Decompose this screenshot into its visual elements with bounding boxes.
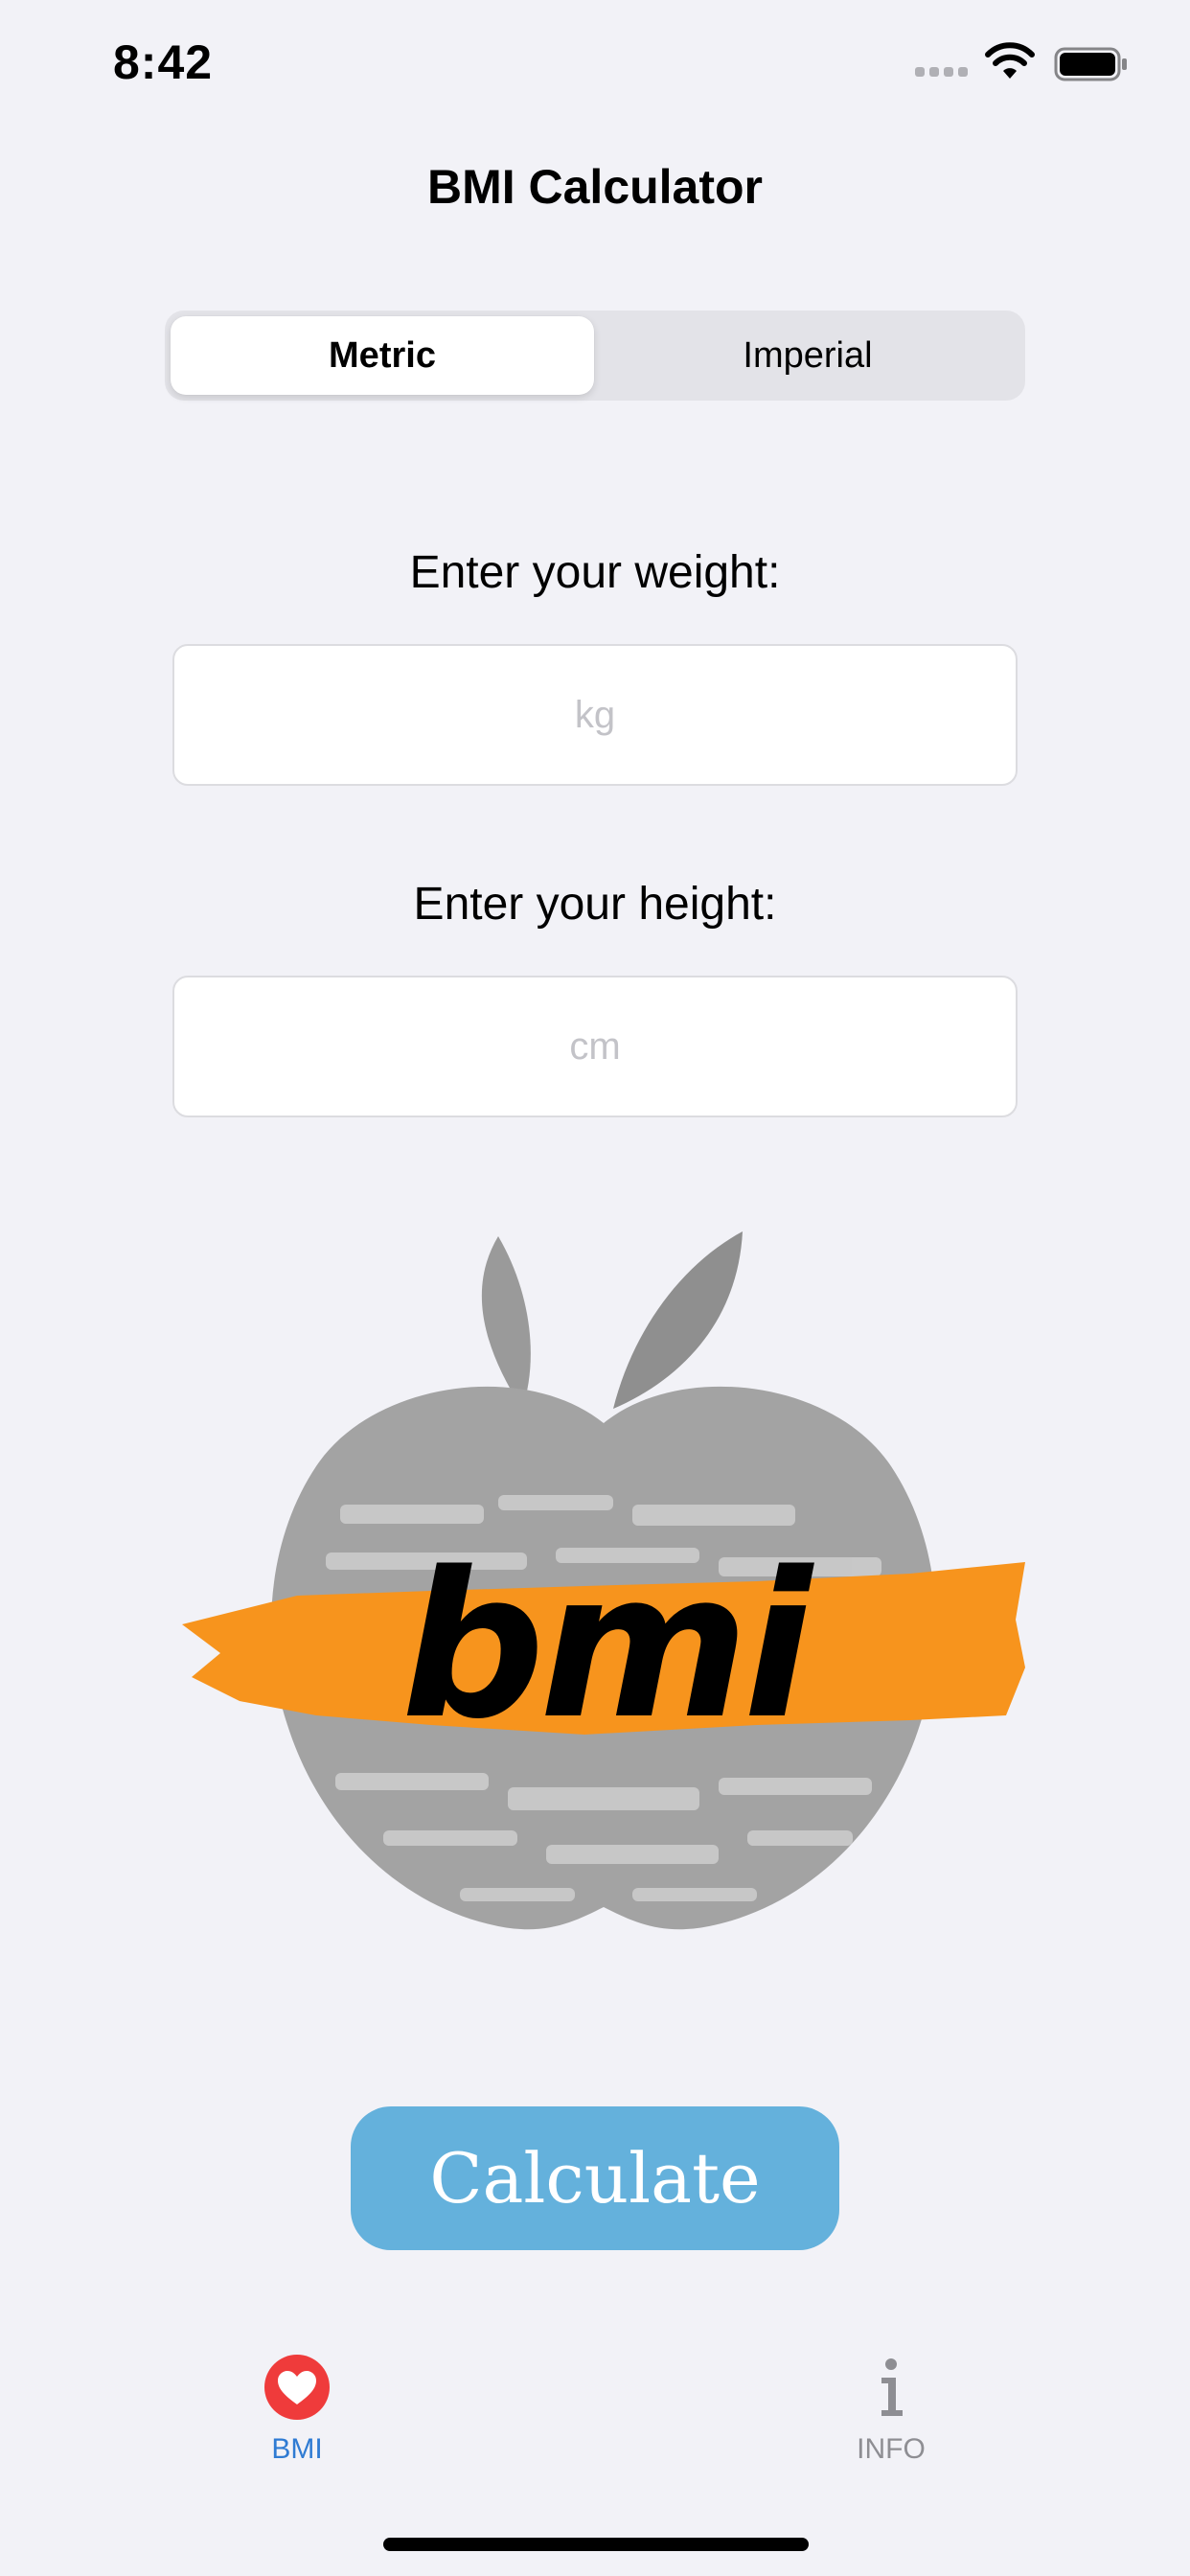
bmi-logo-text: bmi bbox=[400, 1529, 814, 1763]
home-indicator bbox=[383, 2538, 809, 2551]
segment-imperial[interactable]: Imperial bbox=[596, 316, 1019, 395]
unit-segmented-control: Metric Imperial bbox=[165, 310, 1025, 401]
tab-label-info: INFO bbox=[857, 2433, 926, 2465]
tab-label-bmi: BMI bbox=[271, 2433, 323, 2465]
info-icon bbox=[881, 2358, 903, 2416]
cellular-signal-icon bbox=[915, 67, 968, 77]
tab-info[interactable]: INFO bbox=[795, 2353, 987, 2466]
leaf-left-shape bbox=[481, 1236, 531, 1409]
calculate-button[interactable]: Calculate bbox=[351, 2106, 839, 2250]
height-label: Enter your height: bbox=[413, 879, 777, 930]
leaf-right-shape bbox=[613, 1231, 743, 1409]
status-time: 8:42 bbox=[113, 35, 214, 89]
bmi-apple-illustration: bmi bbox=[182, 1231, 1025, 1930]
page-title: BMI Calculator bbox=[426, 160, 764, 214]
weight-input[interactable] bbox=[172, 644, 1018, 786]
segment-metric[interactable]: Metric bbox=[171, 316, 594, 395]
weight-label: Enter your weight: bbox=[409, 547, 781, 598]
height-input[interactable] bbox=[172, 976, 1018, 1117]
tab-bmi[interactable]: BMI bbox=[201, 2353, 393, 2466]
battery-icon bbox=[1054, 47, 1127, 81]
heart-icon bbox=[264, 2355, 330, 2420]
wifi-icon bbox=[985, 42, 1035, 79]
